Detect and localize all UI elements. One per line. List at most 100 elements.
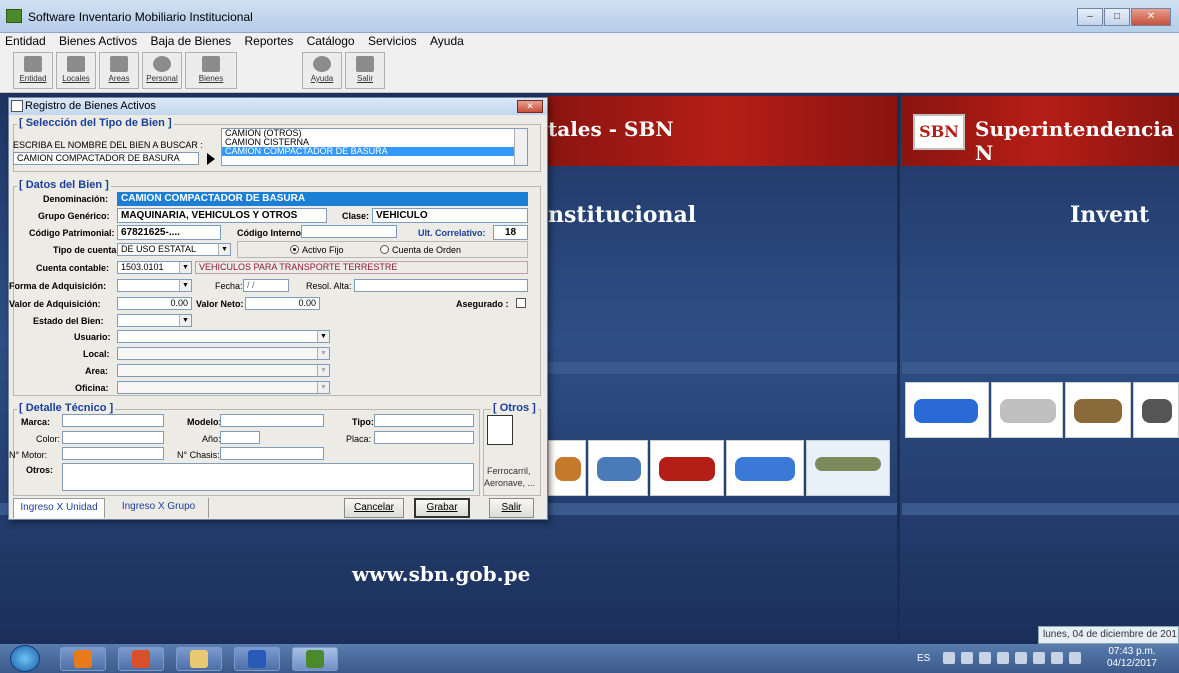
dialog-close-button[interactable]: ✕ xyxy=(517,100,543,113)
tray-app-icon[interactable] xyxy=(961,652,973,664)
datos-group-title: [ Datos del Bien ] xyxy=(17,179,111,191)
toolbar-entidad-button[interactable]: Entidad xyxy=(13,52,53,89)
resol-alta-input[interactable] xyxy=(354,279,528,292)
window-controls: – □ ✕ xyxy=(1076,8,1171,26)
toolbar-ayuda-button[interactable]: Ayuda xyxy=(302,52,342,89)
asegurado-checkbox[interactable] xyxy=(516,298,526,308)
motorcycle-icon xyxy=(659,457,715,481)
marca-input[interactable] xyxy=(62,414,164,427)
menu-baja-de-bienes[interactable]: Baja de Bienes xyxy=(145,33,236,49)
valor-adquisicion-input[interactable]: 0.00 xyxy=(117,297,192,310)
tab-ingreso-unidad[interactable]: Ingreso X Unidad xyxy=(13,498,105,518)
motor-input[interactable] xyxy=(62,447,164,460)
menu-ayuda[interactable]: Ayuda xyxy=(425,33,469,49)
toolbar-personal-button[interactable]: Personal xyxy=(142,52,182,89)
menu-reportes[interactable]: Reportes xyxy=(240,33,299,49)
estado-bien-select[interactable]: ▼ xyxy=(117,314,192,327)
network-icon[interactable] xyxy=(943,652,955,664)
document-icon[interactable] xyxy=(487,415,513,445)
listbox-option-selected[interactable]: CAMION COMPACTADOR DE BASURA xyxy=(222,147,527,156)
date-tooltip: lunes, 04 de diciembre de 201 xyxy=(1038,626,1179,644)
mute-icon[interactable] xyxy=(1033,652,1045,664)
chevron-down-icon: ▼ xyxy=(218,244,230,255)
otros-textarea[interactable] xyxy=(62,463,474,491)
grabar-button[interactable]: Grabar xyxy=(414,498,470,518)
app-title: Software Inventario Mobiliario Instituci… xyxy=(28,10,253,24)
taskbar-explorer-button[interactable] xyxy=(176,647,222,671)
toolbar-salir-button[interactable]: Salir xyxy=(345,52,385,89)
taskbar-word-button[interactable] xyxy=(234,647,280,671)
taskbar-inventario-button[interactable] xyxy=(292,647,338,671)
truck-thumbnail xyxy=(726,440,804,496)
furniture-icon xyxy=(555,457,581,481)
helicopter-thumbnail xyxy=(806,440,890,496)
taskbar-media-button[interactable] xyxy=(60,647,106,671)
tab-ingreso-grupo[interactable]: Ingreso X Grupo xyxy=(109,498,209,518)
tray-app-icon[interactable] xyxy=(979,652,991,664)
close-button[interactable]: ✕ xyxy=(1131,8,1171,26)
chasis-label: N° Chasis: xyxy=(177,450,220,460)
otros-line1: Ferrocarril, xyxy=(487,466,531,476)
valor-neto-input[interactable]: 0.00 xyxy=(245,297,320,310)
banner-title-left: nstitucional xyxy=(548,202,697,228)
tipo-bien-listbox[interactable]: CAMION (OTROS) CAMION CISTERNA CAMION CO… xyxy=(221,128,528,166)
color-label: Color: xyxy=(36,434,61,444)
banner-stripe-right xyxy=(902,362,1179,374)
listbox-scrollbar[interactable] xyxy=(514,129,527,165)
anio-label: Año: xyxy=(202,434,221,444)
asegurado-label: Asegurado : xyxy=(456,299,509,309)
oficina-select[interactable]: ▼ xyxy=(117,381,330,394)
jetski-icon xyxy=(914,399,978,423)
modelo-input[interactable] xyxy=(220,414,324,427)
taskbar-clock[interactable]: 07:43 p.m. 04/12/2017 xyxy=(1107,646,1157,670)
cancelar-button[interactable]: Cancelar xyxy=(344,498,404,518)
usuario-select[interactable]: ▼ xyxy=(117,330,330,343)
maximize-button[interactable]: □ xyxy=(1104,8,1130,26)
banner-title-right: Invent xyxy=(1070,202,1150,228)
dialog-title-bar: Registro de Bienes Activos ✕ xyxy=(9,98,547,115)
volume-icon[interactable] xyxy=(1015,652,1027,664)
tray-app-icon[interactable] xyxy=(997,652,1009,664)
cuenta-contable-select[interactable]: 1503.0101 ▼ xyxy=(117,261,192,274)
color-input[interactable] xyxy=(62,431,164,444)
local-select[interactable]: ▼ xyxy=(117,347,330,360)
forma-adquisicion-select[interactable]: ▼ xyxy=(117,279,192,292)
battery-icon[interactable] xyxy=(1069,652,1081,664)
cuenta-orden-radio[interactable]: Cuenta de Orden xyxy=(380,245,461,255)
otros-line2: Aeronave, ... xyxy=(484,478,536,488)
flag-icon[interactable] xyxy=(1051,652,1063,664)
phone-thumbnail xyxy=(1133,382,1179,438)
minimize-button[interactable]: – xyxy=(1077,8,1103,26)
toolbar-bienes-button[interactable]: Bienes xyxy=(185,52,237,89)
menu-bienes-activos[interactable]: Bienes Activos xyxy=(54,33,142,49)
menu-catalogo[interactable]: Catálogo xyxy=(302,33,360,49)
tipo-cuenta-select[interactable]: DE USO ESTATAL ▼ xyxy=(117,243,231,256)
toolbar-areas-button[interactable]: Areas xyxy=(99,52,139,89)
website-url: www.sbn.gob.pe xyxy=(352,562,531,586)
placa-input[interactable] xyxy=(374,431,474,444)
search-input[interactable]: CAMION COMPACTADOR DE BASURA xyxy=(13,152,199,165)
building-icon xyxy=(24,56,42,72)
word-icon xyxy=(248,650,266,668)
chasis-input[interactable] xyxy=(220,447,324,460)
media-player-icon xyxy=(74,650,92,668)
language-indicator[interactable]: ES xyxy=(917,653,930,664)
chevron-down-icon: ▼ xyxy=(179,262,191,273)
otros-label: Otros: xyxy=(26,465,53,475)
activo-fijo-radio[interactable]: Activo Fijo xyxy=(290,245,344,255)
area-select[interactable]: ▼ xyxy=(117,364,330,377)
codigo-interno-input[interactable] xyxy=(301,225,397,238)
app-title-bar: Software Inventario Mobiliario Instituci… xyxy=(0,0,1179,33)
toolbar-locales-button[interactable]: Locales xyxy=(56,52,96,89)
menu-servicios[interactable]: Servicios xyxy=(363,33,422,49)
salir-button[interactable]: Salir xyxy=(489,498,534,518)
valor-neto-label: Valor Neto: xyxy=(196,299,244,309)
fecha-input[interactable]: / / xyxy=(243,279,289,292)
anio-input[interactable] xyxy=(220,431,260,444)
start-button[interactable] xyxy=(10,645,40,672)
menu-entidad[interactable]: Entidad xyxy=(0,33,51,49)
taskbar-powerpoint-button[interactable] xyxy=(118,647,164,671)
clock-time: 07:43 p.m. xyxy=(1108,646,1156,657)
equipment-thumbnail xyxy=(588,440,648,496)
tipo-input[interactable] xyxy=(374,414,474,427)
